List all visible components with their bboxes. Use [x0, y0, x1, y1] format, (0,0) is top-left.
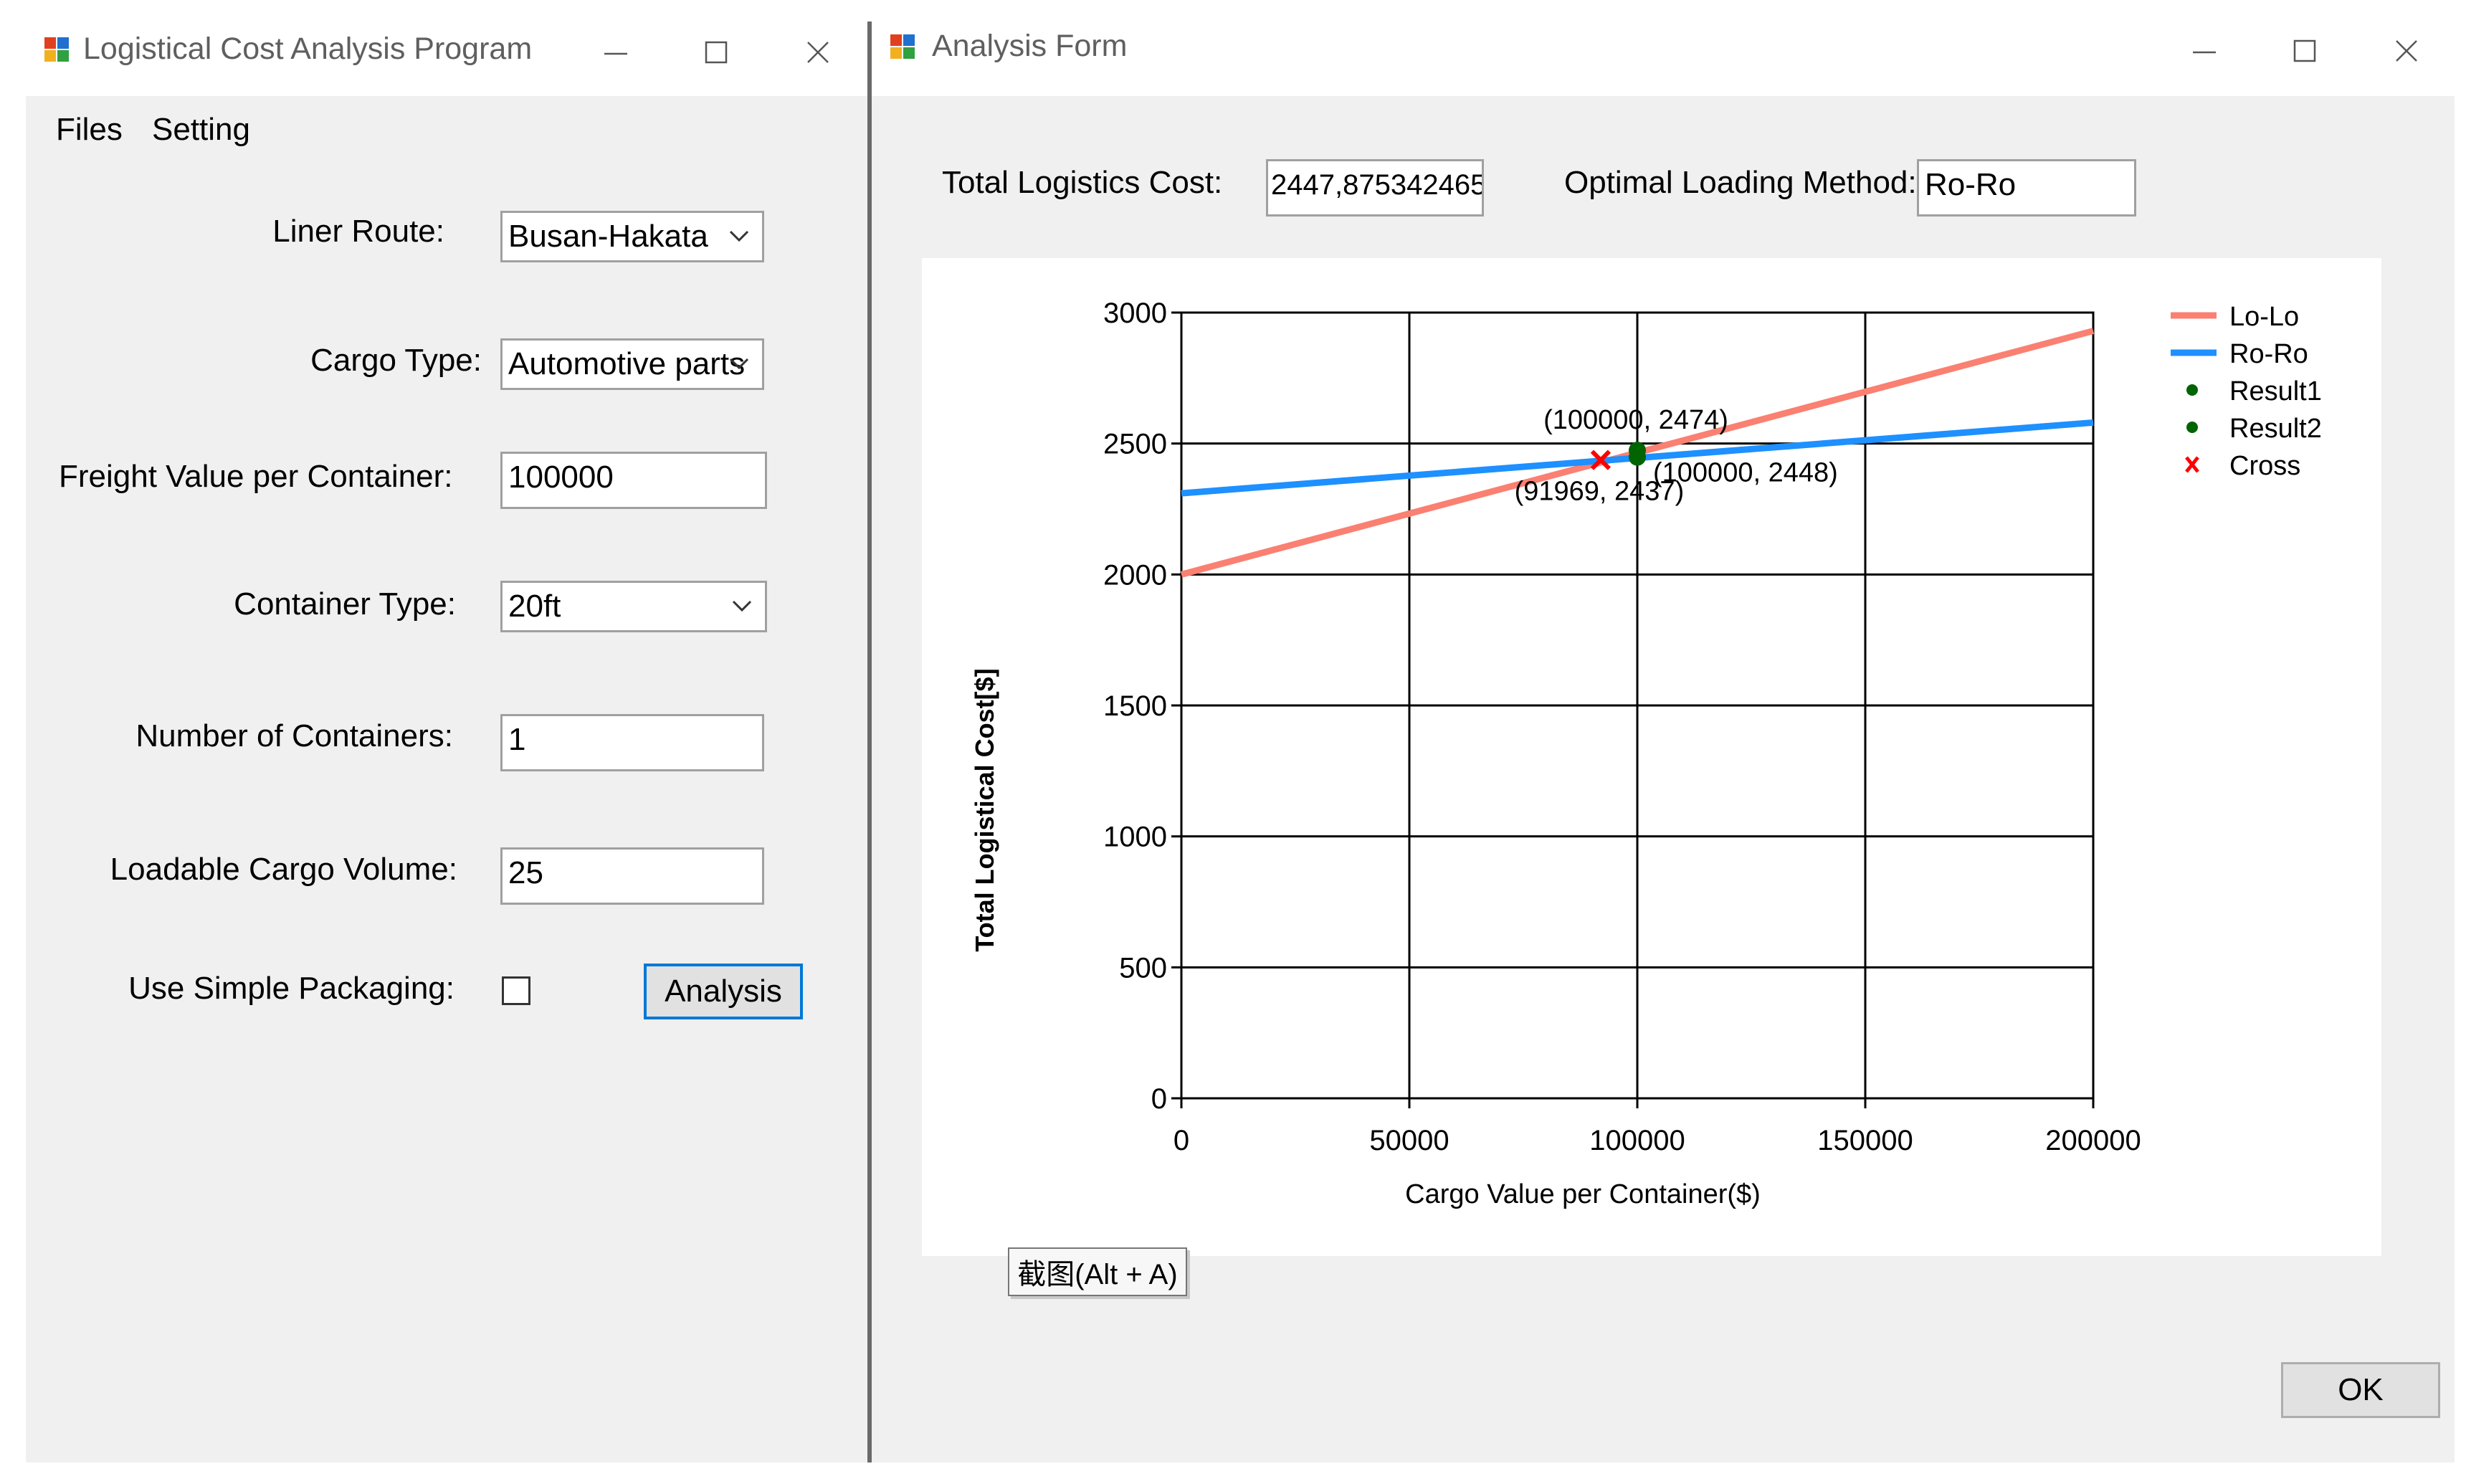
point-result2 — [1629, 448, 1646, 466]
y-axis-title: Total Logistical Cost[$] — [970, 668, 999, 951]
x-tick-label: 200000 — [2045, 1125, 2141, 1156]
legend-label-ro-ro: Ro-Ro — [2229, 339, 2308, 369]
total-cost-label: Total Logistics Cost: — [942, 165, 1223, 200]
liner-route-label: Liner Route: — [272, 214, 444, 249]
y-tick-label: 3000 — [1103, 298, 1167, 329]
main-window-title: Logistical Cost Analysis Program — [83, 32, 533, 66]
total-cost-output[interactable]: 2447,87534246575 — [1266, 159, 1484, 217]
freight-value-input[interactable]: 100000 — [500, 452, 767, 509]
container-type-value: 20ft — [508, 589, 561, 624]
y-tick-label: 0 — [1151, 1083, 1167, 1115]
freight-value-label: Freight Value per Container: — [59, 459, 453, 494]
legend-label-cross: Cross — [2229, 451, 2300, 481]
cost-chart: 0 500 1000 1500 2000 2500 3000 0 50000 100000 150… — [970, 298, 2322, 1209]
analysis-window-title: Analysis Form — [932, 29, 1128, 63]
legend-marker-result2 — [2186, 422, 2198, 433]
maximize-icon — [2293, 39, 2316, 62]
optimal-method-label: Optimal Loading Method: — [1564, 165, 1917, 200]
close-button[interactable] — [793, 27, 843, 77]
chart-panel: 0 500 1000 1500 2000 2500 3000 0 50000 100000 150… — [922, 258, 2381, 1256]
num-containers-input[interactable]: 1 — [500, 714, 764, 771]
cargo-type-label: Cargo Type: — [310, 343, 482, 378]
minimize-icon — [604, 52, 627, 55]
cargo-volume-input[interactable]: 25 — [500, 847, 764, 905]
analysis-window: Analysis Form Total Logistics Cost: 2447… — [872, 0, 2455, 1462]
y-tick-label: 2000 — [1103, 559, 1167, 591]
main-window: Logistical Cost Analysis Program Files S… — [26, 0, 869, 1462]
close-icon — [2396, 40, 2417, 62]
menu-bar: Files Setting — [26, 96, 869, 165]
chevron-down-icon — [732, 600, 752, 612]
chevron-down-icon — [729, 230, 749, 242]
legend-label-lo-lo: Lo-Lo — [2229, 302, 2299, 332]
x-tick-label: 100000 — [1589, 1125, 1685, 1156]
cargo-type-value: Automotive parts — [508, 346, 746, 381]
cargo-type-select[interactable]: Automotive parts — [500, 338, 764, 390]
maximize-button[interactable] — [691, 27, 741, 77]
maximize-icon — [705, 41, 728, 64]
menu-files[interactable]: Files — [56, 112, 123, 148]
y-tick-label: 500 — [1119, 952, 1167, 984]
main-title-bar: Logistical Cost Analysis Program — [26, 0, 869, 96]
menu-setting[interactable]: Setting — [152, 112, 250, 148]
point-label-cross: (91969, 2437) — [1515, 477, 1685, 507]
num-containers-value: 1 — [508, 722, 526, 757]
minimize-icon — [2193, 51, 2216, 54]
point-label-result1: (100000, 2474) — [1543, 405, 1728, 435]
optimal-method-output[interactable]: Ro-Ro — [1917, 159, 2136, 217]
legend-label-result1: Result1 — [2229, 376, 2322, 406]
container-type-select[interactable]: 20ft — [500, 581, 767, 632]
analysis-title-bar: Analysis Form — [872, 0, 2455, 96]
liner-route-select[interactable]: Busan-Hakata — [500, 211, 764, 262]
container-type-label: Container Type: — [234, 586, 456, 622]
analysis-button[interactable]: Analysis — [644, 964, 803, 1019]
simple-packaging-label: Use Simple Packaging: — [128, 971, 454, 1006]
legend-marker-cross — [2185, 456, 2199, 473]
close-icon — [807, 42, 829, 63]
liner-route-value: Busan-Hakata — [508, 219, 708, 254]
minimize-button[interactable] — [2179, 26, 2229, 76]
x-tick-label: 50000 — [1369, 1125, 1449, 1156]
cargo-volume-value: 25 — [508, 855, 543, 890]
total-cost-value: 2447,87534246575 — [1271, 169, 1484, 201]
x-axis-title: Cargo Value per Container($) — [1405, 1179, 1761, 1209]
app-icon — [890, 34, 915, 59]
x-tick-label: 150000 — [1817, 1125, 1913, 1156]
minimize-button[interactable] — [591, 27, 641, 77]
screenshot-tooltip: 截图(Alt + A) — [1008, 1247, 1187, 1296]
maximize-button[interactable] — [2280, 26, 2330, 76]
y-tick-label: 1000 — [1103, 822, 1167, 853]
legend-label-result2: Result2 — [2229, 414, 2322, 444]
ok-button[interactable]: OK — [2281, 1362, 2440, 1418]
num-containers-label: Number of Containers: — [135, 718, 453, 753]
close-button[interactable] — [2381, 26, 2432, 76]
y-tick-label: 1500 — [1103, 690, 1167, 722]
chevron-down-icon — [729, 358, 749, 370]
app-icon — [44, 37, 69, 62]
legend-marker-result1 — [2186, 384, 2198, 396]
y-tick-label: 2500 — [1103, 429, 1167, 460]
x-tick-label: 0 — [1174, 1125, 1189, 1156]
simple-packaging-checkbox[interactable] — [502, 976, 530, 1005]
freight-value-value: 100000 — [508, 460, 614, 495]
cargo-volume-label: Loadable Cargo Volume: — [110, 852, 457, 887]
optimal-method-value: Ro-Ro — [1925, 167, 2017, 202]
